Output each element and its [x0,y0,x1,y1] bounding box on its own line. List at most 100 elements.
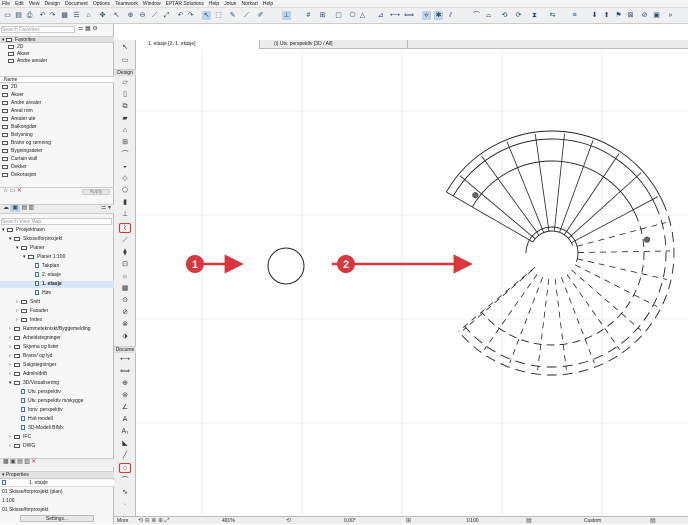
menu-item[interactable]: Design [44,1,60,7]
viewmap-item[interactable]: › Rammetekniskt/Byggemelding [0,326,114,333]
fill-icon[interactable]: ◣ [119,439,131,449]
settings-button[interactable]: Settings... [20,515,94,522]
viewmap-item[interactable]: › Index [0,317,114,324]
menu-item[interactable]: Jotun [224,1,236,7]
properties-line-1[interactable]: 01 Skisse/forprosjekt (plan) [0,489,114,496]
menu-item[interactable]: Help [263,1,273,7]
panel-icon[interactable]: ▣ [652,11,661,20]
rotate-icon[interactable]: ⟳ [514,11,523,20]
viewmap-item[interactable]: Utv. perspektiv [0,389,114,396]
link-icon[interactable]: ⊘ [640,11,649,20]
beam-icon[interactable]: ⧉ [119,102,131,112]
properties-line-3[interactable]: 01 Skisse/forprosjekt [0,507,114,514]
radial-dimension-icon[interactable]: ⟺ [119,367,131,377]
favorites-header[interactable]: ▾ Favorites [0,36,114,43]
zoom-in-icon[interactable]: ⊕ [126,11,135,20]
dimension-icon[interactable]: ⟷ [119,355,131,365]
publisher-icon[interactable]: ▥ [29,205,35,212]
name-item[interactable]: Brann og rømning [0,140,114,147]
viewmap-item[interactable]: › DWG [0,443,114,450]
name-item[interactable]: Arealer ute [0,116,114,123]
viewmap-item[interactable]: › Fasader [0,308,114,315]
name-item[interactable]: Dekorasjon [0,172,114,179]
viewmap-item[interactable]: Høv [0,290,114,297]
dim2-icon[interactable]: ⟺ [404,11,414,20]
curtain-wall-icon[interactable]: ▮ [119,198,131,208]
viewmap-item[interactable]: › Salgstegninger [0,362,114,369]
curve-icon[interactable]: ⌒ [472,11,481,20]
frame-icon[interactable]: ▢ [334,11,343,20]
menu-item[interactable]: Norkart [241,1,257,7]
viewmap-item[interactable]: ▾ Planer [0,245,114,252]
menu-item[interactable]: Teamwork [115,1,138,7]
grid-icon[interactable]: ▦ [60,11,69,20]
gravity-icon[interactable]: ⊞ [318,11,327,20]
flag-icon[interactable]: ⚑ [614,11,623,20]
favorite-item[interactable]: Akser [0,51,114,58]
dim-icon[interactable]: ⟷ [390,11,400,20]
viewmap-item[interactable]: 2. etasje [0,272,114,279]
menu-item[interactable]: Document [65,1,88,7]
design-header[interactable]: Design [114,69,136,76]
name-item[interactable]: Akser [0,92,114,99]
menu-item[interactable]: Edit [15,1,24,7]
menu-item[interactable]: Help [209,1,219,7]
new-view-icon[interactable]: ▦ [3,459,9,466]
name-item[interactable]: Andre arealer [0,100,114,107]
arrow-tool-icon[interactable]: ↖ [202,11,211,20]
layout-book-icon[interactable]: ▤ [21,205,27,212]
viewmap-item[interactable]: › Snitt [0,299,114,306]
menu-item[interactable]: View [29,1,40,7]
save-icon[interactable]: ▤ [14,11,23,20]
snap-points-icon[interactable]: ⟡ [422,11,431,20]
delete-view-icon[interactable]: ✕ [31,459,36,466]
wall-icon[interactable]: ▱ [119,78,131,88]
zoom-out-icon[interactable]: ⊖ [138,11,147,20]
viewmap-item[interactable]: Innv. perspektiv [0,407,114,414]
angle-dimension-icon[interactable]: ∠ [119,403,131,413]
split-icon[interactable]: ⫽ [446,11,455,20]
railing-icon[interactable]: ⊥ [119,210,131,220]
name-item[interactable]: Dekker [0,164,114,171]
menu-item[interactable]: Options [93,1,110,7]
viewmap-item[interactable]: › IFC [0,434,114,441]
menu-item[interactable]: Window [143,1,161,7]
line-tool-icon[interactable]: ╱ [119,451,131,461]
apply-button[interactable]: Apply [82,189,110,195]
guideline-icon[interactable]: ⊿ [376,11,385,20]
menu-item[interactable]: EPTAR Solutions [166,1,204,7]
column-icon[interactable]: ▯ [119,90,131,100]
pen-icon[interactable]: ✎ [228,11,237,20]
viewmap-item[interactable]: › Skjema og lister [0,344,114,351]
tab-perspective[interactable]: (i) Utv. perspektiv [3D / All] [262,40,408,49]
properties-current[interactable]: 1. etasje [0,480,114,487]
text-icon[interactable]: A [119,415,131,425]
viewmap-item[interactable]: › Admin/drift [0,371,114,378]
undo-icon[interactable]: ↶ [38,11,47,20]
layer-switch-icon[interactable]: ≡ [570,11,579,20]
name-item[interactable]: Balkongdør [0,124,114,131]
trace-icon[interactable]: ⎔ [348,11,357,20]
name-item[interactable]: Curtain wall [0,156,114,163]
folder-add-icon[interactable]: ▭ [10,188,16,195]
name-item[interactable]: Belysning [0,132,114,139]
print-icon[interactable]: ⎙ [25,11,34,20]
name-item[interactable]: Bygningsdeler [0,148,114,155]
offset-icon[interactable]: ⟲ [500,11,509,20]
hotspot-icon[interactable]: · [119,500,131,510]
redo2-icon[interactable]: ↷ [186,11,195,20]
viewmap-item[interactable]: Utv. perspektiv m/skygge [0,398,114,405]
view-map-icon[interactable]: ▣ [10,205,21,212]
redo-icon[interactable]: ↷ [48,11,57,20]
down-icon[interactable]: ⬇ [590,11,599,20]
viewmap-search-input[interactable]: Search View Map [1,218,112,225]
brush-icon[interactable]: ✐ [256,11,265,20]
circle-icon[interactable]: ○ [119,463,131,473]
folder-icon-2[interactable]: ▣ [10,459,16,466]
hash-icon[interactable]: # [304,11,313,20]
properties-header[interactable]: ▾ Properties [0,471,114,479]
home-icon[interactable]: ⌂ [84,11,93,20]
viewmap-item[interactable]: › Brann/ og lyd [0,353,114,360]
star-icon[interactable]: ☆ [3,188,8,195]
reference-icon[interactable]: △ [358,11,367,20]
